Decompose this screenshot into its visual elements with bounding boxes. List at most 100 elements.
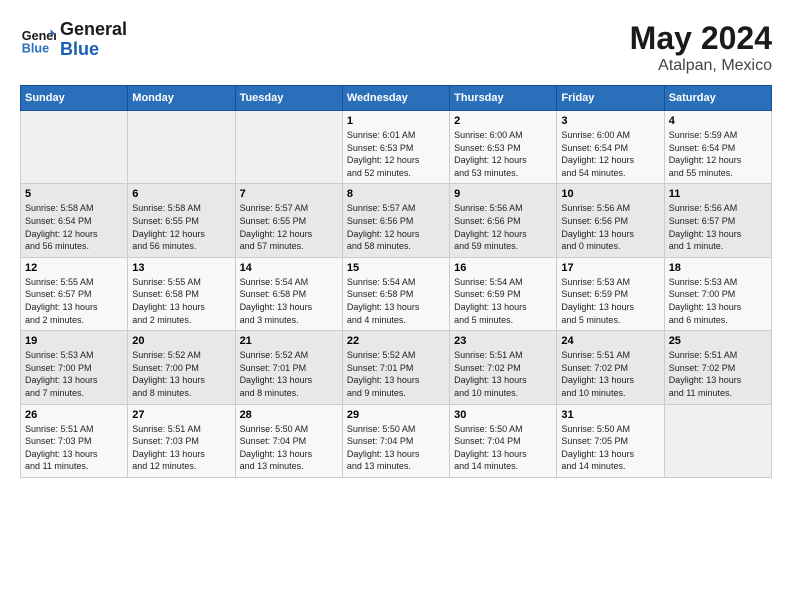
day-number: 19 — [25, 335, 123, 347]
calendar-week-4: 19 Sunrise: 5:53 AM Sunset: 7:00 PM Dayli… — [21, 331, 772, 404]
day-number: 26 — [25, 409, 123, 421]
day-info: Sunrise: 5:56 AM Sunset: 6:57 PM Dayligh… — [669, 202, 767, 252]
dow-monday: Monday — [128, 86, 235, 111]
calendar-cell: 24Sunrise: 5:51 AM Sunset: 7:02 PM Dayli… — [557, 331, 664, 404]
calendar-cell: 29 Sunrise: 5:50 AM Sunset: 7:04 PM Dayli… — [342, 404, 449, 477]
calendar-cell: 30 Sunrise: 5:50 AM Sunset: 7:04 PM Dayli… — [450, 404, 557, 477]
calendar-table: SundayMondayTuesdayWednesdayThursdayFrid… — [20, 85, 772, 478]
dow-thursday: Thursday — [450, 86, 557, 111]
calendar-cell — [664, 404, 771, 477]
day-info: Sunrise: 5:50 AM Sunset: 7:04 PM Dayligh… — [347, 423, 445, 473]
calendar-cell — [235, 111, 342, 184]
day-info: Sunrise: 5:53 AM Sunset: 6:59 PM Dayligh… — [561, 276, 659, 326]
day-number: 18 — [669, 262, 767, 274]
day-info: Sunrise: 5:57 AM Sunset: 6:56 PM Dayligh… — [347, 202, 445, 252]
day-number: 13 — [132, 262, 230, 274]
day-info: Sunrise: 5:56 AM Sunset: 6:56 PM Dayligh… — [454, 202, 552, 252]
calendar-week-5: 26 Sunrise: 5:51 AM Sunset: 7:03 PM Dayli… — [21, 404, 772, 477]
calendar-cell: 28 Sunrise: 5:50 AM Sunset: 7:04 PM Dayli… — [235, 404, 342, 477]
day-number: 29 — [347, 409, 445, 421]
day-info: Sunrise: 5:53 AM Sunset: 7:00 PM Dayligh… — [25, 349, 123, 399]
day-info: Sunrise: 6:00 AM Sunset: 6:53 PM Dayligh… — [454, 129, 552, 179]
calendar-cell: 9 Sunrise: 5:56 AM Sunset: 6:56 PM Daylig… — [450, 184, 557, 257]
calendar-cell: 19 Sunrise: 5:53 AM Sunset: 7:00 PM Dayli… — [21, 331, 128, 404]
day-number: 6 — [132, 188, 230, 200]
day-number: 10 — [561, 188, 659, 200]
calendar-week-2: 5 Sunrise: 5:58 AM Sunset: 6:54 PM Daylig… — [21, 184, 772, 257]
day-number: 9 — [454, 188, 552, 200]
day-info: Sunrise: 5:55 AM Sunset: 6:57 PM Dayligh… — [25, 276, 123, 326]
days-of-week-header: SundayMondayTuesdayWednesdayThursdayFrid… — [21, 86, 772, 111]
calendar-cell: 23 Sunrise: 5:51 AM Sunset: 7:02 PM Dayli… — [450, 331, 557, 404]
calendar-cell: 31 Sunrise: 5:50 AM Sunset: 7:05 PM Dayli… — [557, 404, 664, 477]
calendar-cell: 25Sunrise: 5:51 AM Sunset: 7:02 PM Dayli… — [664, 331, 771, 404]
calendar-cell: 20Sunrise: 5:52 AM Sunset: 7:00 PM Dayli… — [128, 331, 235, 404]
day-info: Sunrise: 5:58 AM Sunset: 6:54 PM Dayligh… — [25, 202, 123, 252]
calendar-cell: 2 Sunrise: 6:00 AM Sunset: 6:53 PM Daylig… — [450, 111, 557, 184]
day-info: Sunrise: 5:51 AM Sunset: 7:03 PM Dayligh… — [25, 423, 123, 473]
day-number: 11 — [669, 188, 767, 200]
day-number: 14 — [240, 262, 338, 274]
day-info: Sunrise: 5:53 AM Sunset: 7:00 PM Dayligh… — [669, 276, 767, 326]
day-number: 4 — [669, 115, 767, 127]
day-number: 2 — [454, 115, 552, 127]
calendar-cell: 18 Sunrise: 5:53 AM Sunset: 7:00 PM Dayli… — [664, 257, 771, 330]
day-info: Sunrise: 5:55 AM Sunset: 6:58 PM Dayligh… — [132, 276, 230, 326]
logo: General Blue General Blue — [20, 20, 127, 60]
day-number: 27 — [132, 409, 230, 421]
day-number: 20 — [132, 335, 230, 347]
logo-icon: General Blue — [20, 22, 56, 58]
calendar-cell — [128, 111, 235, 184]
day-number: 23 — [454, 335, 552, 347]
day-number: 17 — [561, 262, 659, 274]
day-number: 8 — [347, 188, 445, 200]
calendar-cell: 8 Sunrise: 5:57 AM Sunset: 6:56 PM Daylig… — [342, 184, 449, 257]
day-info: Sunrise: 5:57 AM Sunset: 6:55 PM Dayligh… — [240, 202, 338, 252]
day-number: 25 — [669, 335, 767, 347]
day-info: Sunrise: 5:50 AM Sunset: 7:05 PM Dayligh… — [561, 423, 659, 473]
day-number: 3 — [561, 115, 659, 127]
calendar-cell: 5 Sunrise: 5:58 AM Sunset: 6:54 PM Daylig… — [21, 184, 128, 257]
calendar-cell: 7Sunrise: 5:57 AM Sunset: 6:55 PM Daylig… — [235, 184, 342, 257]
calendar-cell: 12 Sunrise: 5:55 AM Sunset: 6:57 PM Dayli… — [21, 257, 128, 330]
logo-line2: Blue — [60, 40, 127, 60]
day-number: 12 — [25, 262, 123, 274]
calendar-cell: 4 Sunrise: 5:59 AM Sunset: 6:54 PM Daylig… — [664, 111, 771, 184]
dow-wednesday: Wednesday — [342, 86, 449, 111]
calendar-cell: 14 Sunrise: 5:54 AM Sunset: 6:58 PM Dayli… — [235, 257, 342, 330]
calendar-cell — [21, 111, 128, 184]
day-number: 1 — [347, 115, 445, 127]
day-info: Sunrise: 6:01 AM Sunset: 6:53 PM Dayligh… — [347, 129, 445, 179]
dow-saturday: Saturday — [664, 86, 771, 111]
day-number: 22 — [347, 335, 445, 347]
day-number: 30 — [454, 409, 552, 421]
day-info: Sunrise: 5:50 AM Sunset: 7:04 PM Dayligh… — [454, 423, 552, 473]
calendar-cell: 10Sunrise: 5:56 AM Sunset: 6:56 PM Dayli… — [557, 184, 664, 257]
calendar-cell: 6 Sunrise: 5:58 AM Sunset: 6:55 PM Daylig… — [128, 184, 235, 257]
day-info: Sunrise: 5:50 AM Sunset: 7:04 PM Dayligh… — [240, 423, 338, 473]
day-info: Sunrise: 5:54 AM Sunset: 6:59 PM Dayligh… — [454, 276, 552, 326]
dow-friday: Friday — [557, 86, 664, 111]
title-block: May 2024 Atalpan, Mexico — [630, 20, 772, 75]
day-info: Sunrise: 5:54 AM Sunset: 6:58 PM Dayligh… — [347, 276, 445, 326]
day-info: Sunrise: 5:51 AM Sunset: 7:03 PM Dayligh… — [132, 423, 230, 473]
calendar-week-1: 1 Sunrise: 6:01 AM Sunset: 6:53 PM Daylig… — [21, 111, 772, 184]
calendar-cell: 26 Sunrise: 5:51 AM Sunset: 7:03 PM Dayli… — [21, 404, 128, 477]
calendar-cell: 27 Sunrise: 5:51 AM Sunset: 7:03 PM Dayli… — [128, 404, 235, 477]
day-number: 31 — [561, 409, 659, 421]
day-info: Sunrise: 5:51 AM Sunset: 7:02 PM Dayligh… — [454, 349, 552, 399]
day-info: Sunrise: 5:59 AM Sunset: 6:54 PM Dayligh… — [669, 129, 767, 179]
day-number: 5 — [25, 188, 123, 200]
day-number: 16 — [454, 262, 552, 274]
day-info: Sunrise: 5:52 AM Sunset: 7:01 PM Dayligh… — [347, 349, 445, 399]
day-info: Sunrise: 5:54 AM Sunset: 6:58 PM Dayligh… — [240, 276, 338, 326]
dow-sunday: Sunday — [21, 86, 128, 111]
day-info: Sunrise: 5:58 AM Sunset: 6:55 PM Dayligh… — [132, 202, 230, 252]
calendar-body: 1 Sunrise: 6:01 AM Sunset: 6:53 PM Daylig… — [21, 111, 772, 478]
dow-tuesday: Tuesday — [235, 86, 342, 111]
calendar-cell: 3Sunrise: 6:00 AM Sunset: 6:54 PM Daylig… — [557, 111, 664, 184]
calendar-cell: 22 Sunrise: 5:52 AM Sunset: 7:01 PM Dayli… — [342, 331, 449, 404]
day-info: Sunrise: 5:51 AM Sunset: 7:02 PM Dayligh… — [561, 349, 659, 399]
day-number: 28 — [240, 409, 338, 421]
calendar-cell: 11 Sunrise: 5:56 AM Sunset: 6:57 PM Dayli… — [664, 184, 771, 257]
